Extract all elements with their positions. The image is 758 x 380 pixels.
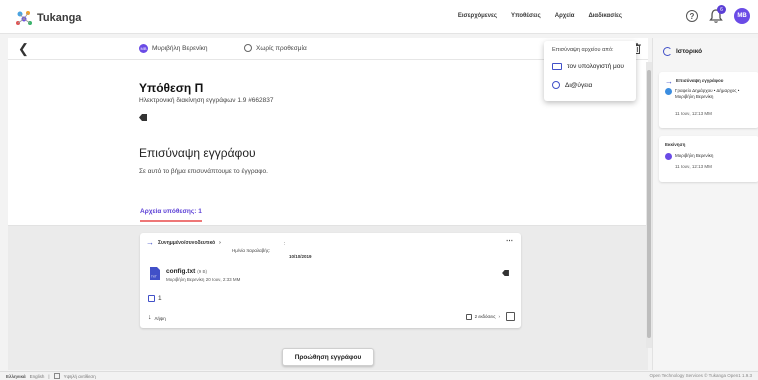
file-icon: TXT (150, 267, 160, 280)
footer-credits: Open Technology Services © Tukanga Open1… (649, 373, 752, 378)
document-type-label: Συνημμένο/συνοδευτικό (158, 239, 216, 246)
department-icon (665, 88, 672, 95)
history-entry-heading: Εκκίνηση (665, 142, 686, 147)
chevron-right-icon: › (498, 314, 501, 319)
attach-from-computer[interactable]: τον υπολογιστή μου (552, 63, 624, 70)
assigned-user[interactable]: MB Μυριβήλη Βερενίκη (139, 44, 208, 53)
download-button[interactable]: ↓ Λήψη (148, 314, 166, 321)
history-entry-time: 11 Ιουν, 12:13 ΜΜ (675, 111, 712, 116)
scrollbar-thumb[interactable] (647, 70, 651, 338)
received-date-label: Ημ/νία παραλαβής: (232, 248, 271, 253)
file-size: (9 B) (197, 269, 208, 274)
tab-case-files[interactable]: Αρχεία υπόθεσης: 1 (140, 208, 202, 222)
download-label: Λήψη (154, 315, 166, 321)
high-contrast-label: Υψηλή αντίθεση (63, 373, 96, 379)
high-contrast-checkbox[interactable] (53, 373, 60, 379)
date-colon: : (284, 241, 286, 247)
file-name-text: config.txt (166, 268, 196, 275)
app-logo[interactable]: Tukanga (14, 8, 81, 28)
lang-english[interactable]: English (30, 374, 45, 379)
nav-inbox[interactable]: Εισερχόμενες (458, 13, 497, 19)
file-tag-icon[interactable] (502, 270, 509, 276)
more-options-icon[interactable]: ⋯ (506, 237, 513, 245)
nav-cases[interactable]: Υποθέσεις (511, 13, 541, 19)
case-subtitle: Ηλεκτρονική διακίνηση εγγράφων 1.9 #6628… (139, 97, 274, 104)
forward-document-button[interactable]: Προώθηση εγγράφου (282, 348, 374, 366)
history-entry-line1: Γραφείο Δημάρχου • Δήμαρχος • (675, 88, 740, 93)
arrow-right-icon: → (146, 238, 154, 247)
document-card[interactable]: → Συνημμένο/συνοδευτικό › : Ημ/νία παραλ… (140, 233, 521, 328)
assigned-user-name: Μυριβήλη Βερενίκη (152, 45, 208, 52)
file-ext-text: TXT (151, 275, 157, 279)
top-icons: ? 6 MB (686, 5, 750, 24)
arrow-right-icon: → (665, 77, 673, 86)
globe-icon (552, 81, 560, 89)
nav-processes[interactable]: Διαδικασίες (588, 13, 622, 19)
clock-icon (244, 44, 252, 52)
received-date-value: 10/10/2019 (289, 254, 312, 259)
top-nav: Εισερχόμενες Υποθέσεις Αρχεία Διαδικασίε… (458, 13, 622, 19)
user-avatar[interactable]: MB (734, 8, 750, 24)
tukanga-logo-icon (16, 11, 32, 25)
back-button[interactable]: ❮ (18, 42, 29, 55)
top-bar: Tukanga Εισερχόμενες Υποθέσεις Αρχεία Δι… (0, 0, 758, 34)
like-count: 1 (158, 295, 162, 302)
assigned-user-avatar: MB (139, 44, 148, 53)
history-entry: Εκκίνηση Μυριβήλη Βερενίκη 11 Ιουν, 12:1… (659, 136, 758, 182)
files-tabs: Αρχεία υπόθεσης: 1 (8, 200, 648, 226)
history-entry-line2: Μυριβήλη Βερενίκη (675, 94, 714, 99)
file-meta: Μυριβήλη Βερενίκη 20 Ιουν, 2:33 ΜΜ (166, 277, 241, 282)
history-entry-heading: Επισύναψη εγγράφου (676, 78, 724, 83)
history-title: Ιστορικό (676, 48, 703, 55)
user-avatar-icon (665, 153, 672, 160)
case-files-area: Αρχεία υπόθεσης: 1 → Συνημμένο/συνοδευτι… (8, 200, 648, 370)
attach-menu-header: Επισύναψη αρχείου από: (552, 47, 614, 53)
like-button[interactable]: 1 (148, 295, 162, 302)
select-document-checkbox[interactable] (506, 312, 515, 321)
lang-greek[interactable]: Ελληνικά (6, 374, 26, 379)
help-icon[interactable]: ? (686, 10, 698, 22)
thumbs-up-icon (148, 295, 155, 302)
laptop-icon (552, 63, 562, 70)
language-switcher: Ελληνικά English | Υψηλή αντίθεση (6, 373, 96, 379)
footer-separator: | (48, 373, 50, 379)
attach-from-menu: Επισύναψη αρχείου από: τον υπολογιστή μο… (544, 41, 636, 101)
history-entry-time: 11 Ιουν, 12:13 ΜΜ (675, 164, 712, 169)
nav-files[interactable]: Αρχεία (555, 13, 575, 19)
notification-badge: 6 (717, 5, 726, 14)
versions-button[interactable]: 2 εκδόσεις › (465, 312, 515, 321)
file-name[interactable]: config.txt (9 B) (166, 268, 207, 275)
attach-from-computer-label: τον υπολογιστή μου (567, 63, 624, 70)
deadline-text: Χωρίς προθεσμία (256, 44, 307, 52)
notifications-button[interactable]: 6 (708, 5, 726, 24)
versions-label: 2 εκδόσεις (474, 314, 496, 319)
document-type[interactable]: → Συνημμένο/συνοδευτικό › (146, 238, 221, 247)
footer: Ελληνικά English | Υψηλή αντίθεση Open T… (0, 371, 758, 380)
attach-from-diavgeia[interactable]: Δι@ύγεια (552, 81, 592, 89)
step-description: Σε αυτό το βήμα επισυνάπτουμε το έγγραφο… (139, 168, 268, 175)
step-title: Επισύναψη εγγράφου (139, 146, 256, 160)
attach-from-diavgeia-label: Δι@ύγεια (565, 81, 593, 89)
deadline[interactable]: Χωρίς προθεσμία (244, 44, 307, 52)
history-header: Ιστορικό (663, 47, 702, 56)
history-entry: → Επισύναψη εγγράφου Γραφείο Δημάρχου • … (659, 72, 758, 128)
case-title: Υπόθεση Π (139, 81, 204, 95)
download-icon: ↓ (148, 314, 152, 321)
history-panel: Ιστορικό → Επισύναψη εγγράφου Γραφείο Δη… (652, 38, 758, 370)
chevron-right-icon: › (219, 239, 221, 246)
tag-icon[interactable] (139, 114, 147, 121)
history-entry-line1: Μυριβήλη Βερενίκη (675, 153, 714, 158)
versions-icon (465, 313, 472, 320)
history-icon (663, 47, 672, 56)
app-name: Tukanga (37, 12, 82, 24)
